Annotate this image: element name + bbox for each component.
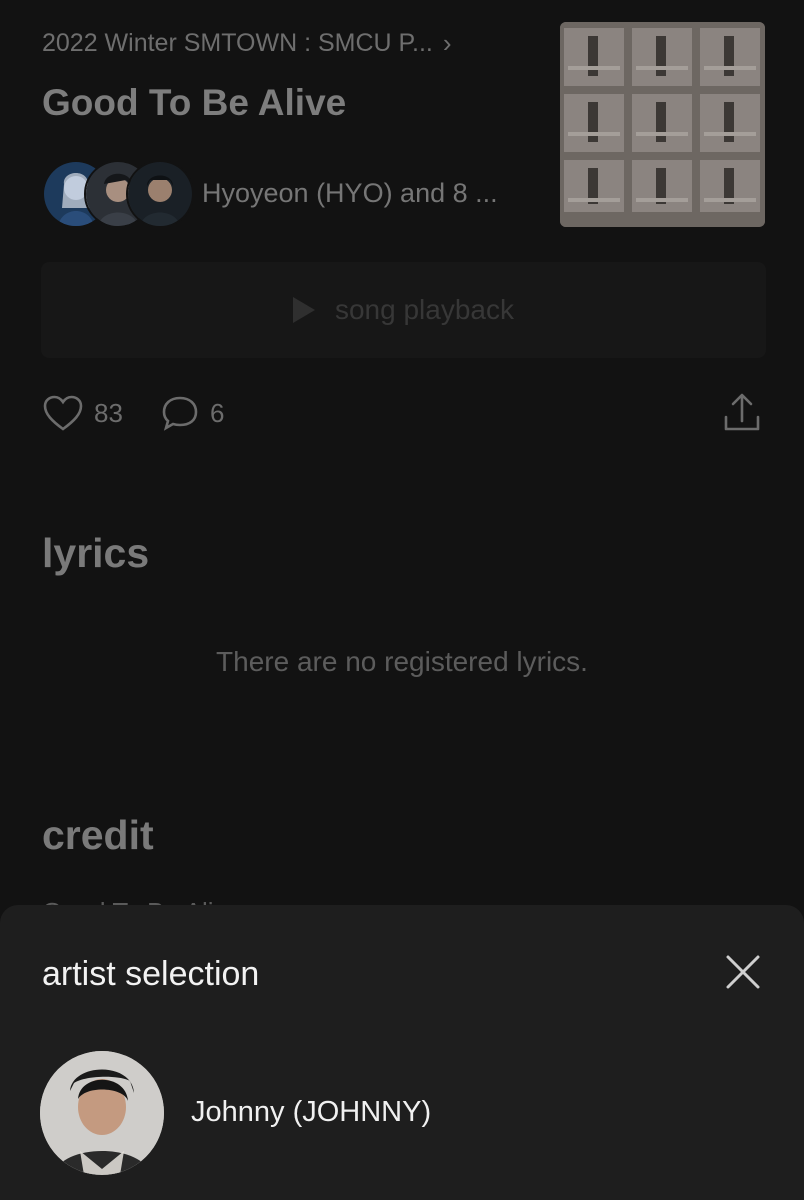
chevron-right-icon: › xyxy=(442,28,452,58)
comment-icon xyxy=(162,396,198,431)
comment-count: 6 xyxy=(210,397,225,428)
song-detail-page: 2022 Winter SMTOWN : SMCU P... › Good To… xyxy=(0,0,804,1200)
close-icon xyxy=(726,955,760,989)
like-count: 83 xyxy=(94,397,123,428)
comment-button[interactable]: 6 xyxy=(160,388,224,438)
avatar xyxy=(40,1051,164,1175)
no-lyrics-message: There are no registered lyrics. xyxy=(216,646,588,677)
artist-avatar-stack xyxy=(42,160,194,228)
share-icon xyxy=(724,393,760,431)
heart-icon xyxy=(43,395,83,431)
credit-first-line: Good To Be Ali... xyxy=(42,893,235,905)
playback-label: song playback xyxy=(334,294,514,325)
album-title: 2022 Winter SMTOWN : SMCU P... xyxy=(42,28,433,57)
song-playback-button[interactable]: song playback xyxy=(41,262,766,358)
artists-summary: Hyoyeon (HYO) and 8 ... xyxy=(202,177,498,208)
album-link[interactable]: 2022 Winter SMTOWN : SMCU P... › xyxy=(42,26,532,60)
play-icon xyxy=(292,297,315,323)
song-title: Good To Be Alive xyxy=(42,82,347,123)
artist-list-item[interactable]: Johnny (JOHNNY) xyxy=(0,1049,804,1175)
like-button[interactable]: 83 xyxy=(42,388,123,438)
share-button[interactable] xyxy=(722,388,762,438)
artist-name: Johnny (JOHNNY) xyxy=(191,1096,432,1128)
artist-selection-sheet: artist selection Johnny (JOHNNY) xyxy=(0,905,804,1200)
action-bar: 83 6 xyxy=(42,388,766,438)
artists-row[interactable]: Hyoyeon (HYO) and 8 ... xyxy=(42,160,498,228)
sheet-title: artist selection xyxy=(42,955,260,993)
avatar xyxy=(126,160,194,228)
album-cover[interactable] xyxy=(560,22,765,227)
close-button[interactable] xyxy=(720,949,766,995)
credit-heading: credit xyxy=(42,812,154,858)
lyrics-heading: lyrics xyxy=(42,530,150,576)
